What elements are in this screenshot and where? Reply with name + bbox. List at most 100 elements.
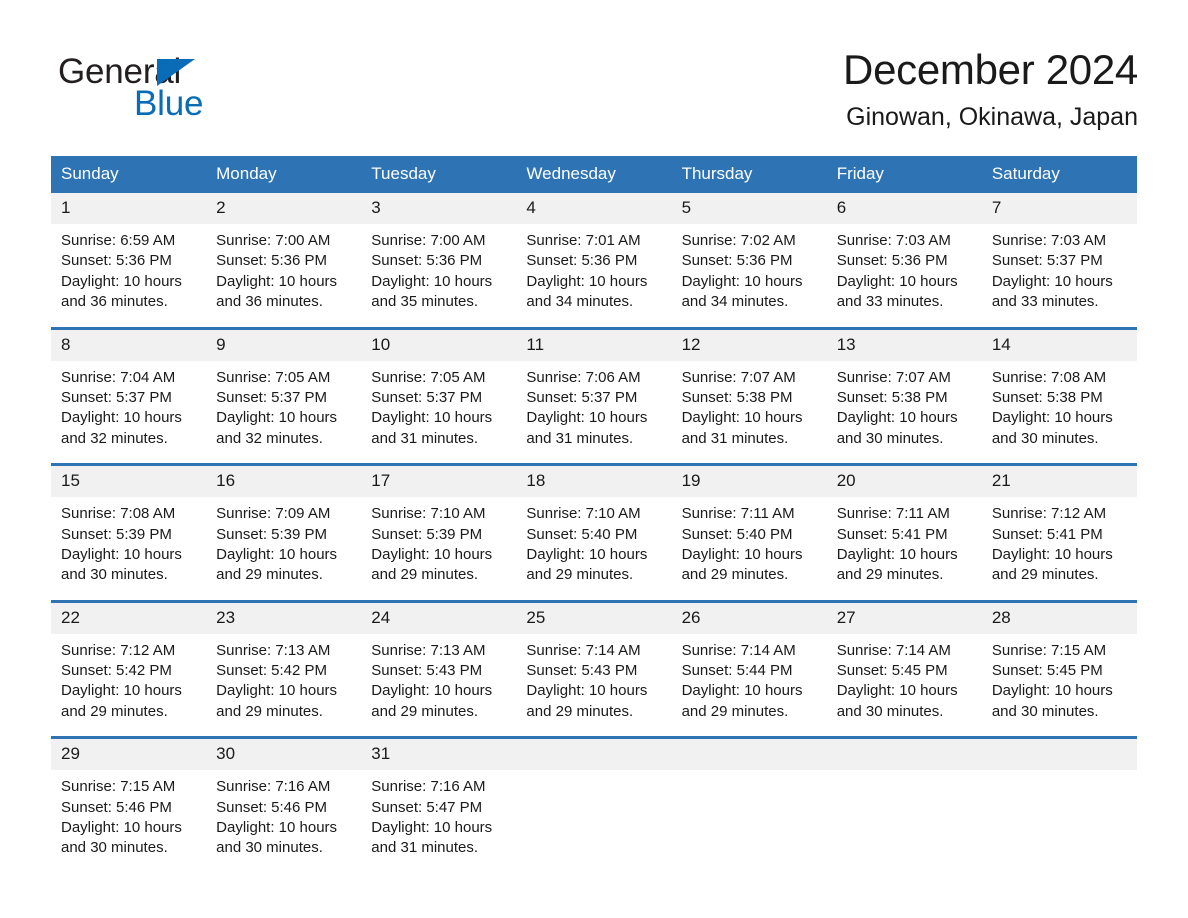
day-cell[interactable]: Sunrise: 7:11 AM Sunset: 5:40 PM Daylight:…	[671, 497, 827, 602]
day-number[interactable]: 17	[361, 463, 517, 498]
day-cell[interactable]: Sunrise: 7:16 AM Sunset: 5:47 PM Daylight:…	[361, 770, 517, 875]
day-cell[interactable]: Sunrise: 7:13 AM Sunset: 5:43 PM Daylight:…	[361, 633, 517, 738]
day-cell[interactable]: Sunrise: 7:11 AM Sunset: 5:41 PM Daylight:…	[826, 497, 982, 602]
day-number[interactable]: 12	[671, 326, 827, 361]
sunset-text: Sunset: 5:46 PM	[216, 798, 328, 816]
sunrise-text: Sunrise: 7:05 AM	[216, 368, 331, 386]
day-number[interactable]: 20	[826, 463, 982, 498]
day-number[interactable]: 5	[671, 193, 827, 224]
page-header: General Blue December 2024 Ginowan, Okin…	[0, 0, 1188, 130]
week-info-row: Sunrise: 7:12 AM Sunset: 5:42 PM Daylight:…	[51, 633, 1137, 738]
day-number[interactable]: 23	[206, 599, 362, 634]
day-cell[interactable]: Sunrise: 7:06 AM Sunset: 5:37 PM Daylight:…	[516, 360, 672, 465]
day-cell[interactable]: Sunrise: 7:03 AM Sunset: 5:36 PM Daylight:…	[826, 224, 982, 329]
daylight-2-text: and 29 minutes.	[526, 702, 634, 720]
day-number[interactable]: 30	[206, 736, 362, 771]
daylight-2-text: and 29 minutes.	[371, 702, 479, 720]
day-number[interactable]: 29	[51, 736, 207, 771]
daylight-1-text: Daylight: 10 hours	[216, 682, 338, 700]
day-number[interactable]: 21	[981, 463, 1137, 498]
day-cell[interactable]: Sunrise: 7:00 AM Sunset: 5:36 PM Daylight:…	[206, 224, 362, 329]
day-number[interactable]: 4	[516, 193, 672, 224]
day-cell[interactable]: Sunrise: 7:07 AM Sunset: 5:38 PM Daylight:…	[826, 360, 982, 465]
weekday-header-wednesday: Wednesday	[516, 156, 672, 193]
day-number[interactable]: 26	[671, 599, 827, 634]
sunrise-text: Sunrise: 7:08 AM	[61, 505, 176, 523]
weekday-header-thursday: Thursday	[671, 156, 827, 193]
day-cell[interactable]: Sunrise: 7:14 AM Sunset: 5:43 PM Daylight:…	[516, 633, 672, 738]
day-number[interactable]: 18	[516, 463, 672, 498]
daylight-1-text: Daylight: 10 hours	[991, 272, 1113, 290]
daylight-1-text: Daylight: 10 hours	[526, 545, 648, 563]
day-cell[interactable]: Sunrise: 7:07 AM Sunset: 5:38 PM Daylight:…	[671, 360, 827, 465]
daylight-2-text: and 32 minutes.	[216, 429, 323, 447]
day-number[interactable]: 31	[361, 736, 517, 771]
day-number[interactable]: 6	[826, 193, 982, 224]
day-cell[interactable]: Sunrise: 7:10 AM Sunset: 5:40 PM Daylight:…	[516, 497, 672, 602]
sunrise-text: Sunrise: 7:05 AM	[371, 368, 486, 386]
day-number[interactable]: 2	[206, 193, 362, 224]
day-number[interactable]: 28	[981, 599, 1137, 634]
day-cell[interactable]: Sunrise: 7:10 AM Sunset: 5:39 PM Daylight:…	[361, 497, 517, 602]
week-daynumber-row: 8 9 10 11 12 13 14	[51, 326, 1137, 361]
day-cell[interactable]: Sunrise: 7:14 AM Sunset: 5:44 PM Daylight:…	[671, 633, 827, 738]
day-cell[interactable]: Sunrise: 7:00 AM Sunset: 5:36 PM Daylight:…	[361, 224, 517, 329]
sunset-text: Sunset: 5:40 PM	[526, 525, 638, 543]
day-number[interactable]: 7	[981, 193, 1137, 224]
triangle-icon	[157, 59, 195, 86]
day-cell[interactable]: Sunrise: 7:14 AM Sunset: 5:45 PM Daylight:…	[826, 633, 982, 738]
day-cell[interactable]: Sunrise: 7:01 AM Sunset: 5:36 PM Daylight:…	[516, 224, 672, 329]
daylight-2-text: and 33 minutes.	[836, 293, 944, 311]
day-cell[interactable]: Sunrise: 7:08 AM Sunset: 5:38 PM Daylight:…	[981, 360, 1137, 465]
day-number[interactable]: 3	[361, 193, 517, 224]
day-cell[interactable]: Sunrise: 7:13 AM Sunset: 5:42 PM Daylight:…	[206, 633, 362, 738]
sunset-text: Sunset: 5:38 PM	[836, 388, 948, 406]
day-number[interactable]: 24	[361, 599, 517, 634]
day-cell[interactable]: Sunrise: 7:12 AM Sunset: 5:41 PM Daylight:…	[981, 497, 1137, 602]
daylight-1-text: Daylight: 10 hours	[371, 409, 493, 427]
calendar-grid: Sunday Monday Tuesday Wednesday Thursday Frid…	[51, 156, 1137, 875]
day-cell[interactable]: Sunrise: 7:05 AM Sunset: 5:37 PM Daylight:…	[206, 360, 362, 465]
daylight-1-text: Daylight: 10 hours	[216, 409, 338, 427]
day-cell[interactable]: Sunrise: 7:03 AM Sunset: 5:37 PM Daylight:…	[981, 224, 1137, 329]
day-cell[interactable]: Sunrise: 7:02 AM Sunset: 5:36 PM Daylight:…	[671, 224, 827, 329]
day-cell[interactable]: Sunrise: 7:09 AM Sunset: 5:39 PM Daylight:…	[206, 497, 362, 602]
sunrise-text: Sunrise: 7:14 AM	[836, 641, 951, 659]
daylight-1-text: Daylight: 10 hours	[526, 409, 648, 427]
day-cell[interactable]: Sunrise: 7:16 AM Sunset: 5:46 PM Daylight:…	[206, 770, 362, 875]
sunrise-text: Sunrise: 7:16 AM	[371, 778, 486, 796]
sunrise-text: Sunrise: 7:02 AM	[681, 232, 796, 249]
day-cell[interactable]: Sunrise: 6:59 AM Sunset: 5:36 PM Daylight:…	[51, 224, 207, 329]
day-number[interactable]: 14	[981, 326, 1137, 361]
sunset-text: Sunset: 5:47 PM	[371, 798, 483, 816]
daylight-2-text: and 29 minutes.	[216, 702, 323, 720]
day-number[interactable]: 25	[516, 599, 672, 634]
day-number[interactable]: 22	[51, 599, 207, 634]
sunrise-text: Sunrise: 7:04 AM	[61, 368, 176, 386]
day-cell[interactable]: Sunrise: 7:12 AM Sunset: 5:42 PM Daylight:…	[51, 633, 207, 738]
day-number[interactable]: 1	[51, 193, 207, 224]
day-number[interactable]: 15	[51, 463, 207, 498]
daylight-2-text: and 36 minutes.	[216, 293, 323, 311]
day-number[interactable]: 9	[206, 326, 362, 361]
weekday-header-monday: Monday	[206, 156, 362, 193]
sunset-text: Sunset: 5:43 PM	[371, 662, 483, 680]
day-number[interactable]: 8	[51, 326, 207, 361]
day-number[interactable]: 10	[361, 326, 517, 361]
day-number[interactable]: 11	[516, 326, 672, 361]
day-number[interactable]: 27	[826, 599, 982, 634]
day-cell[interactable]: Sunrise: 7:15 AM Sunset: 5:45 PM Daylight:…	[981, 633, 1137, 738]
day-number[interactable]: 16	[206, 463, 362, 498]
day-cell-empty	[516, 770, 672, 875]
day-cell-empty	[671, 770, 827, 875]
day-cell[interactable]: Sunrise: 7:05 AM Sunset: 5:37 PM Daylight:…	[361, 360, 517, 465]
weekday-header-friday: Friday	[826, 156, 982, 193]
day-cell[interactable]: Sunrise: 7:04 AM Sunset: 5:37 PM Daylight:…	[51, 360, 207, 465]
day-number[interactable]: 19	[671, 463, 827, 498]
day-number[interactable]: 13	[826, 326, 982, 361]
day-cell[interactable]: Sunrise: 7:15 AM Sunset: 5:46 PM Daylight:…	[51, 770, 207, 875]
daylight-2-text: and 32 minutes.	[61, 429, 168, 447]
day-cell[interactable]: Sunrise: 7:08 AM Sunset: 5:39 PM Daylight:…	[51, 497, 207, 602]
general-blue-logo[interactable]: General Blue	[58, 46, 298, 126]
daylight-2-text: and 35 minutes.	[371, 293, 479, 311]
